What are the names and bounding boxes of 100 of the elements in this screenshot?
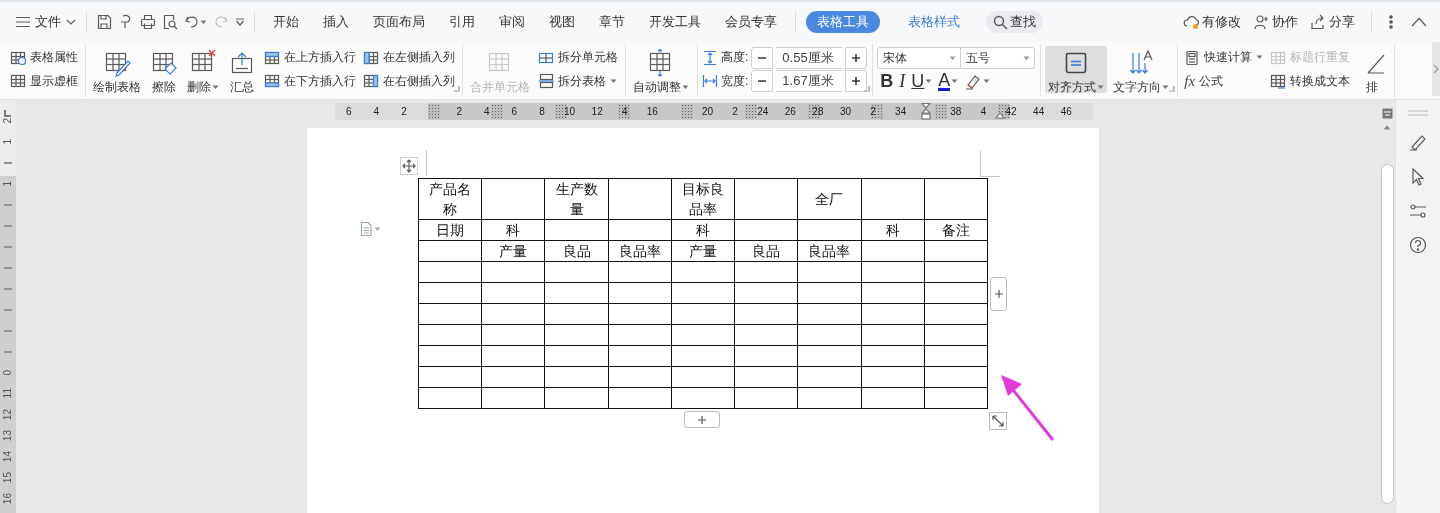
bold-button[interactable]: B (877, 71, 897, 92)
ribbon-tab[interactable]: 章节 (587, 11, 637, 33)
ribbon-tab[interactable]: 开始 (261, 11, 311, 33)
ribbon-tab[interactable]: 开发工具 (637, 11, 713, 33)
ribbon-button[interactable]: 删除 (184, 46, 222, 93)
more-button[interactable] (1386, 15, 1396, 29)
decrease-button[interactable] (751, 70, 774, 93)
decrease-button[interactable] (751, 46, 774, 69)
column-marker[interactable] (681, 104, 694, 119)
caret-up-icon (1383, 125, 1391, 130)
ruler-number: 42 (1005, 106, 1017, 117)
table-cell: 产量 (481, 240, 545, 262)
column-marker[interactable] (428, 104, 440, 119)
calculator-icon (1184, 49, 1201, 66)
ruler-number: 0 (3, 369, 13, 376)
table-cell: 日期 (418, 219, 482, 241)
ruler-tick (4, 329, 12, 332)
search-button[interactable]: 查找 (986, 11, 1043, 33)
table-cell (861, 282, 925, 304)
font-size-dropdown[interactable]: 五号 (961, 47, 1036, 69)
size-field[interactable]: 1.67厘米 (776, 70, 843, 93)
ribbon-button[interactable]: 汇总 (225, 46, 259, 93)
move-handle[interactable] (400, 157, 418, 175)
ruler-number: 16 (3, 492, 13, 505)
table-cell (924, 387, 988, 409)
table-cell (608, 282, 672, 304)
ribbon-button[interactable]: 在下方插入行 (262, 70, 358, 92)
caret-icon (212, 85, 219, 90)
ribbon-button[interactable]: 文字方向 (1110, 46, 1173, 93)
table-cell (608, 178, 672, 220)
ruler-number: 38 (950, 106, 962, 117)
resize-handle[interactable] (989, 412, 1007, 430)
ribbon-button[interactable]: 拆分单元格 (536, 47, 620, 69)
ribbon-button[interactable]: 在上方插入行 (262, 47, 358, 69)
increase-button[interactable] (845, 70, 868, 93)
size-field[interactable]: 0.55厘米 (776, 46, 843, 69)
font-dropdown[interactable]: 宋体 (877, 47, 962, 69)
ribbon-button[interactable]: 快速计算 (1182, 47, 1266, 69)
ribbon-button[interactable]: 自动调整 (630, 46, 692, 93)
ribbon-button[interactable]: 排 (1355, 46, 1390, 93)
help-button[interactable] (1409, 236, 1427, 254)
ribbon-tab[interactable]: 视图 (537, 11, 587, 33)
ribbon-button[interactable]: 绘制表格 (90, 46, 144, 93)
ribbon-button[interactable]: 转换成文本 (1268, 70, 1353, 92)
table-cell (861, 303, 925, 325)
collaborate-button[interactable]: 协作 (1247, 13, 1304, 31)
ribbon-tab[interactable]: 表格样式 (888, 11, 980, 33)
scroll-up-button[interactable] (1383, 125, 1391, 130)
ruler-number: 12 (3, 408, 13, 421)
table-text-icon (1270, 73, 1287, 90)
increase-button[interactable] (845, 46, 868, 69)
edit-button[interactable] (1409, 133, 1427, 151)
ribbon-button[interactable]: fx 公式 (1182, 70, 1266, 92)
add-row-button[interactable] (684, 411, 720, 428)
ribbon-button[interactable]: 对齐方式 (1045, 46, 1108, 93)
ruler-number: 4 (484, 106, 490, 117)
chevron-up-icon (1411, 17, 1427, 27)
ribbon-button[interactable]: 在左侧插入列 (361, 47, 457, 69)
font-color-button[interactable]: A (935, 72, 962, 91)
ribbon-tab[interactable]: 表格工具 (806, 11, 880, 33)
ribbon-button[interactable]: 显示虚框 (8, 70, 80, 92)
ribbon-tab[interactable]: 审阅 (487, 11, 537, 33)
column-marker[interactable] (744, 104, 757, 119)
table-cell (861, 261, 925, 283)
ribbon-button[interactable]: 在右侧插入列 (361, 70, 457, 92)
insert-row-icon (264, 49, 280, 66)
ruler-tick (4, 245, 12, 248)
table-cell (544, 366, 609, 388)
table-cell (481, 366, 545, 388)
ribbon-tab[interactable]: 页面布局 (361, 11, 437, 33)
italic-button[interactable]: I (896, 71, 909, 92)
ribbon-button[interactable]: 拆分表格 (536, 70, 620, 92)
underline-button[interactable]: U (908, 71, 936, 92)
indent-marker-icon (995, 112, 1005, 120)
ribbon-button[interactable]: 擦除 (147, 46, 181, 93)
file-menu[interactable]: 文件 (12, 13, 80, 31)
ruler-number: 2 (870, 106, 876, 117)
ruler-number: 8 (539, 106, 545, 117)
settings-button[interactable] (1409, 203, 1427, 219)
select-button[interactable] (1410, 168, 1426, 186)
status-button[interactable]: 有修改 (1177, 13, 1247, 31)
ribbon-tab[interactable]: 插入 (311, 11, 361, 33)
ribbon-tab[interactable]: 引用 (437, 11, 487, 33)
ribbon-tab[interactable]: 会员专享 (713, 11, 789, 33)
ribbon-button[interactable]: 表格属性 (8, 47, 80, 69)
scroll-thumb[interactable] (1380, 164, 1394, 504)
column-marker[interactable] (934, 104, 947, 119)
ruler-tick (4, 287, 12, 290)
share-button[interactable]: 分享 (1304, 13, 1361, 31)
add-column-button[interactable] (990, 277, 1007, 311)
table-cell: 产品名称 (418, 178, 482, 220)
ruler-number: 11 (3, 388, 13, 399)
table-cell (671, 282, 735, 304)
table-cell (861, 240, 925, 262)
ruler-tick (4, 266, 12, 269)
table-cell (734, 282, 798, 304)
ruler-number: 16 (646, 106, 658, 117)
column-marker[interactable] (491, 104, 504, 119)
column-marker[interactable] (871, 104, 884, 119)
page-nav-icon (1381, 108, 1393, 119)
